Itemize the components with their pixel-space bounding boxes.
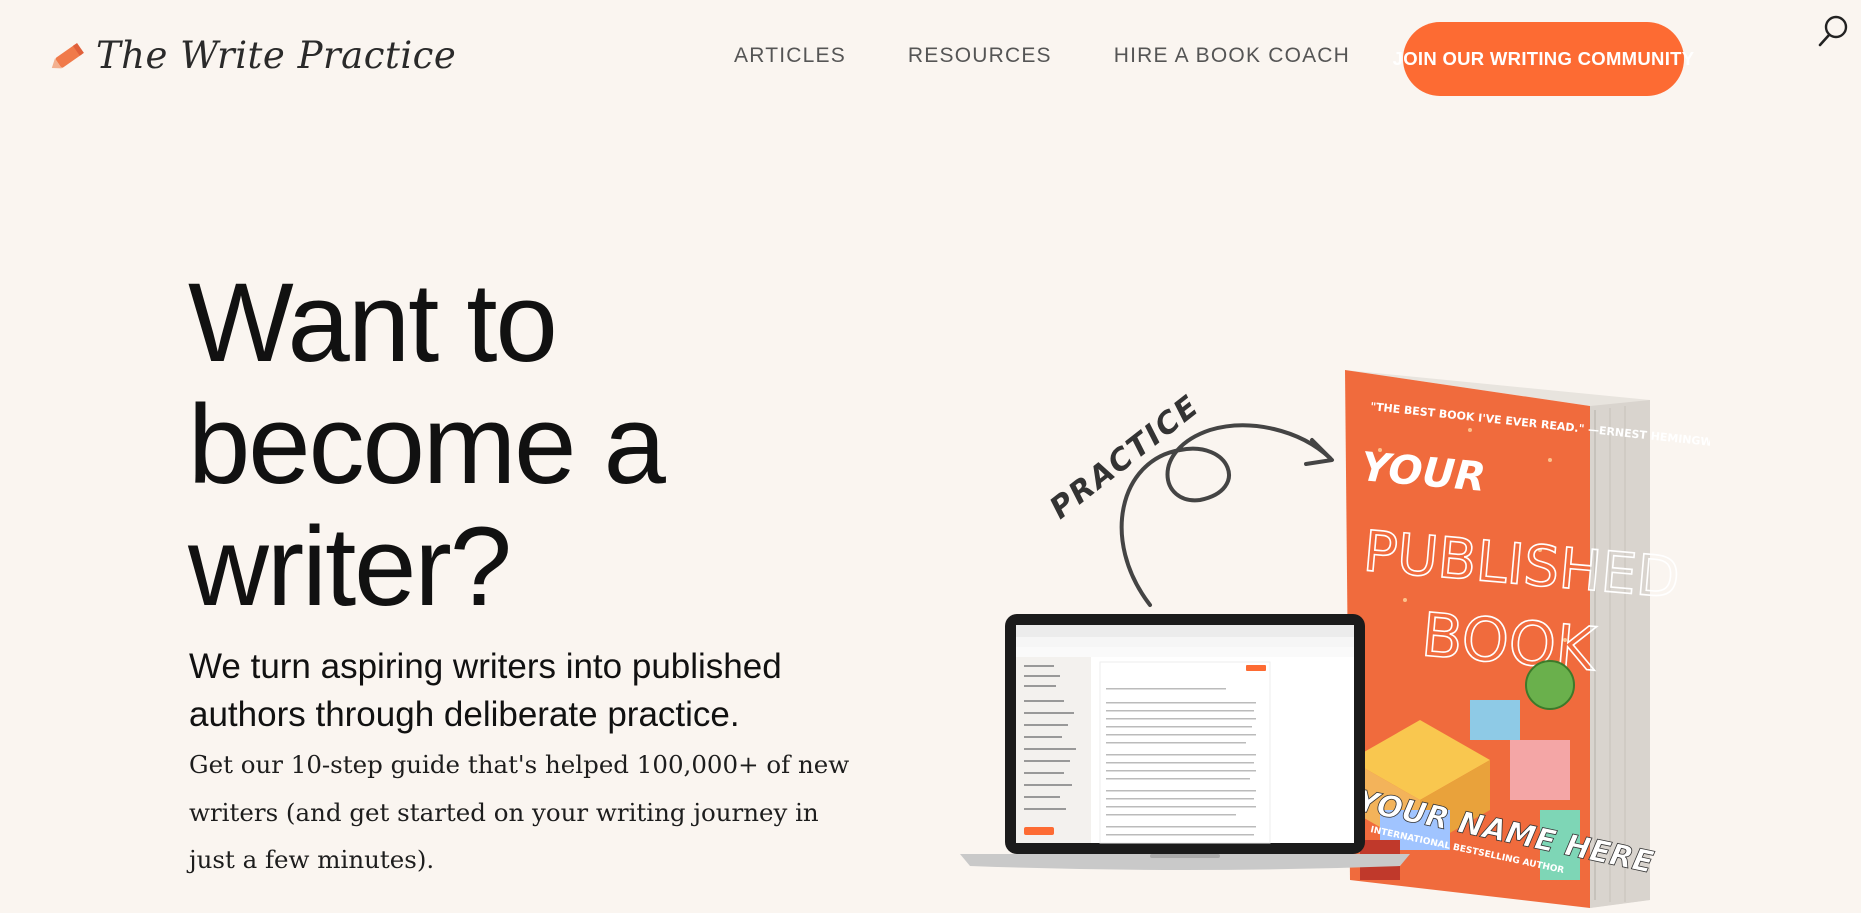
search-icon[interactable] [1817,14,1849,48]
practice-arrow: PRACTICE [1043,388,1334,607]
logo[interactable]: The Write Practice [48,34,456,77]
nav-resources[interactable]: RESOURCES [908,44,1052,68]
logo-text: The Write Practice [96,34,457,77]
hero-body: Get our 10-step guide that's helped 100,… [189,750,850,874]
hero-illustration: PRACTICE "THE BEST BOOK I'VE EVER READ."… [950,340,1729,908]
main-nav: ARTICLES RESOURCES HIRE A BOOK COACH [734,44,1350,68]
site-header: The Write Practice ARTICLES RESOURCES HI… [0,0,1861,120]
book-cover: "THE BEST BOOK I'VE EVER READ." —ERNEST … [1345,370,1729,908]
pencil-icon [51,42,84,68]
hero-title: Want to become a writer? [188,260,666,629]
join-community-button[interactable]: JOIN OUR WRITING COMMUNITY [1393,22,1694,96]
nav-hire-book-coach[interactable]: HIRE A BOOK COACH [1114,44,1350,68]
nav-articles[interactable]: ARTICLES [734,44,846,68]
laptop [960,614,1410,870]
hero-subtitle: We turn aspiring writers into published … [189,647,782,734]
